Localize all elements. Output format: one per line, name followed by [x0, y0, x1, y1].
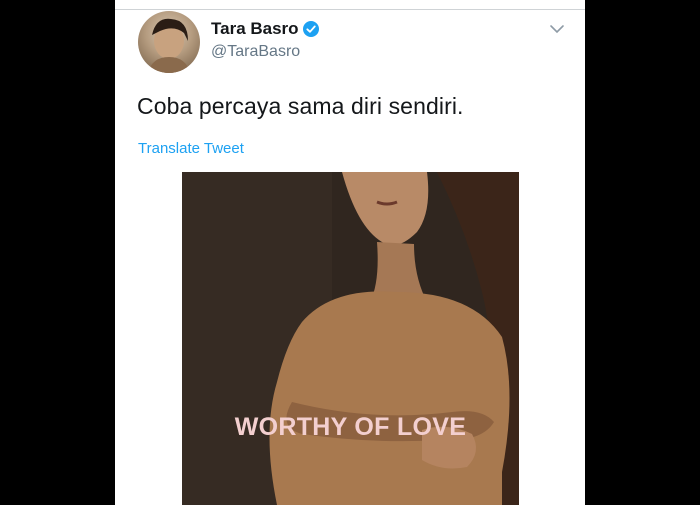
verified-badge-icon	[302, 21, 319, 37]
avatar[interactable]	[138, 11, 200, 73]
tweet-text: Coba percaya sama diri sendiri.	[137, 93, 464, 119]
author-name-text: Tara Basro	[211, 19, 299, 38]
author-name[interactable]: Tara Basro	[211, 19, 319, 39]
tweet-card: Tara Basro @TaraBasro Coba percaya sama …	[115, 0, 585, 505]
media-overlay-text: WORTHY OF LOVE	[234, 413, 467, 441]
divider	[115, 9, 585, 10]
chevron-down-icon[interactable]	[549, 22, 565, 34]
tweet-media-image[interactable]: WORTHY OF LOVE	[182, 172, 519, 505]
translate-tweet-link[interactable]: Translate Tweet	[138, 140, 244, 157]
author-handle[interactable]: @TaraBasro	[211, 43, 300, 61]
